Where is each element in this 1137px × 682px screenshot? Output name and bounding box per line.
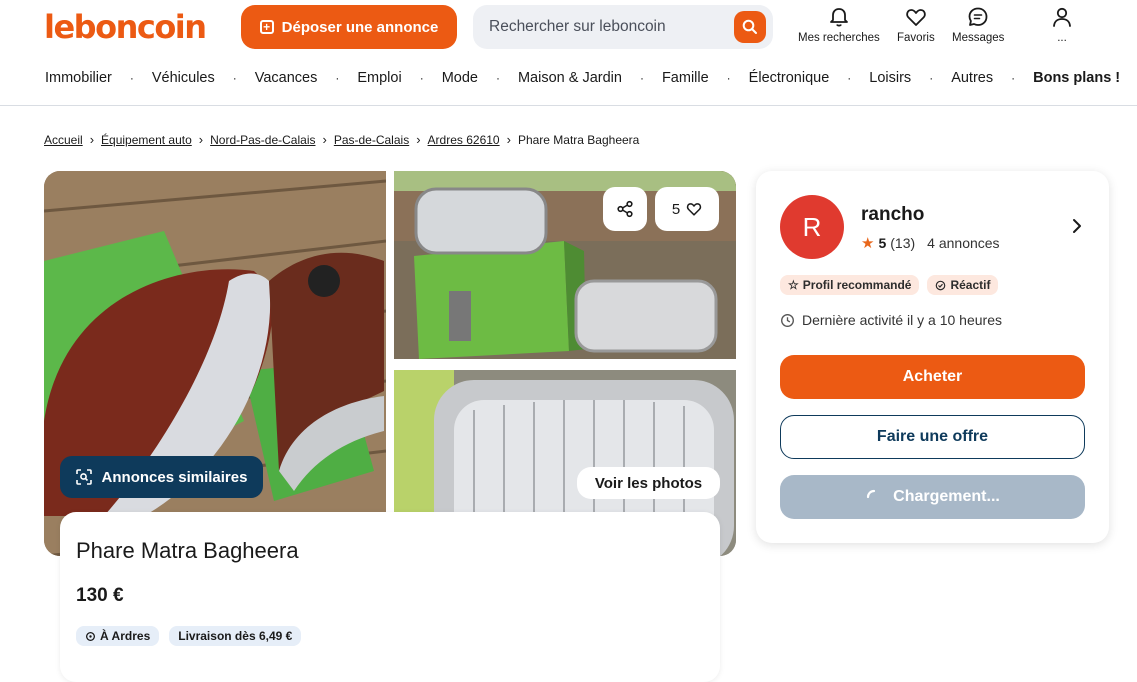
- seller-reviews: (13): [890, 235, 916, 251]
- ad-tags: À Ardres Livraison dès 6,49 €: [76, 626, 302, 646]
- view-photos-button[interactable]: Voir les photos: [577, 467, 720, 499]
- search-bar: [473, 5, 773, 49]
- seller-profile-link[interactable]: [1070, 218, 1084, 239]
- loading-button[interactable]: Chargement...: [780, 475, 1085, 519]
- badge-label: Réactif: [950, 278, 991, 292]
- seller-meta: ★ 5 (13) 4 annonces: [861, 234, 1000, 252]
- delivery-tag: Livraison dès 6,49 €: [169, 626, 302, 646]
- star-outline-icon: ☆: [788, 278, 799, 292]
- last-activity: Dernière activité il y a 10 heures: [780, 312, 1002, 328]
- search-button[interactable]: [734, 11, 766, 43]
- make-offer-button[interactable]: Faire une offre: [780, 415, 1085, 459]
- nav-label: ...: [1057, 32, 1067, 44]
- user-icon: [1053, 7, 1071, 27]
- recommended-badge: ☆ Profil recommandé: [780, 275, 920, 295]
- category-immobilier[interactable]: Immobilier: [45, 70, 112, 86]
- loading-label: Chargement...: [893, 488, 1000, 505]
- location-icon: [86, 631, 95, 641]
- last-activity-text: Dernière activité il y a 10 heures: [802, 312, 1002, 328]
- category-famille[interactable]: Famille: [662, 70, 709, 86]
- seller-badges: ☆ Profil recommandé Réactif: [780, 275, 999, 295]
- share-icon: [617, 200, 633, 218]
- nav-label: Messages: [952, 32, 1005, 44]
- headlight-photo: [44, 171, 386, 556]
- breadcrumb-current: Phare Matra Bagheera: [517, 132, 640, 147]
- chat-icon: [968, 7, 988, 26]
- favorite-count: 5: [671, 200, 681, 218]
- plus-icon: +: [259, 20, 274, 34]
- nav-label: Mes recherches: [798, 32, 880, 44]
- main-photo[interactable]: [44, 171, 386, 556]
- breadcrumb-link[interactable]: Équipement auto: [101, 133, 192, 147]
- top-header: leboncoin + Déposer une annonce Mes rech…: [0, 0, 1137, 106]
- badge-label: Profil recommandé: [802, 278, 912, 292]
- category-vacances[interactable]: Vacances: [255, 70, 318, 86]
- nav-favorites[interactable]: Favoris: [897, 6, 935, 44]
- post-ad-label: Déposer une annonce: [281, 18, 439, 36]
- chat-check-icon: [936, 280, 946, 290]
- post-ad-button[interactable]: + Déposer une annonce: [241, 5, 457, 49]
- breadcrumb: Accueil › Équipement auto › Nord-Pas-de-…: [44, 132, 639, 147]
- category-loisirs[interactable]: Loisirs: [869, 70, 911, 86]
- category-bar: Immobilier · Véhicules · Vacances · Empl…: [45, 70, 1121, 86]
- avatar[interactable]: R: [780, 195, 844, 259]
- location-label: À Ardres: [100, 629, 151, 643]
- nav-account[interactable]: ...: [1051, 6, 1073, 44]
- chevron-right-icon: [1073, 219, 1081, 233]
- location-tag[interactable]: À Ardres: [76, 626, 160, 646]
- nav-saved-searches[interactable]: Mes recherches: [798, 6, 880, 44]
- chevron-right-icon: ›: [89, 132, 95, 147]
- heart-icon: [687, 203, 702, 216]
- search-icon: [742, 19, 757, 34]
- scan-search-icon: [75, 469, 92, 485]
- chevron-right-icon: ›: [322, 132, 327, 147]
- ad-summary-card: Phare Matra Bagheera 130 € À Ardres Livr…: [60, 512, 720, 682]
- breadcrumb-link[interactable]: Pas-de-Calais: [334, 133, 409, 147]
- reactive-badge: Réactif: [927, 275, 999, 295]
- category-maison-jardin[interactable]: Maison & Jardin: [518, 70, 622, 86]
- ad-price: 130 €: [76, 585, 124, 606]
- ad-title: Phare Matra Bagheera: [76, 538, 299, 563]
- category-electronique[interactable]: Électronique: [749, 70, 830, 86]
- chevron-right-icon: ›: [198, 132, 204, 147]
- category-mode[interactable]: Mode: [442, 70, 478, 86]
- seller-name[interactable]: rancho: [861, 204, 924, 226]
- nav-messages[interactable]: Messages: [952, 6, 1004, 44]
- chevron-right-icon: ›: [416, 132, 421, 147]
- breadcrumb-link[interactable]: Nord-Pas-de-Calais: [210, 133, 315, 147]
- seller-card: R rancho ★ 5 (13) 4 annonces ☆ Profil re…: [756, 171, 1109, 543]
- breadcrumb-link[interactable]: Ardres 62610: [428, 133, 500, 147]
- search-input[interactable]: [489, 18, 739, 36]
- favorite-button[interactable]: 5: [655, 187, 719, 231]
- category-emploi[interactable]: Emploi: [357, 70, 401, 86]
- similar-ads-label: Annonces similaires: [101, 468, 248, 486]
- similar-ads-button[interactable]: Annonces similaires: [60, 456, 263, 498]
- seller-listings: 4 annonces: [927, 235, 1000, 251]
- spinner-icon: [867, 489, 876, 499]
- category-vehicules[interactable]: Véhicules: [152, 70, 215, 86]
- share-button[interactable]: [603, 187, 647, 231]
- category-bons-plans[interactable]: Bons plans !: [1033, 70, 1120, 86]
- leboncoin-logo[interactable]: leboncoin: [44, 8, 207, 46]
- bell-icon: [830, 8, 848, 27]
- buy-button[interactable]: Acheter: [780, 355, 1085, 399]
- heart-icon: [906, 9, 926, 26]
- nav-label: Favoris: [897, 32, 935, 44]
- clock-icon: [781, 313, 794, 327]
- chevron-right-icon: ›: [506, 132, 511, 147]
- star-icon: ★: [861, 235, 875, 252]
- breadcrumb-link[interactable]: Accueil: [44, 133, 83, 147]
- category-autres[interactable]: Autres: [951, 70, 993, 86]
- seller-rating: 5: [878, 235, 887, 251]
